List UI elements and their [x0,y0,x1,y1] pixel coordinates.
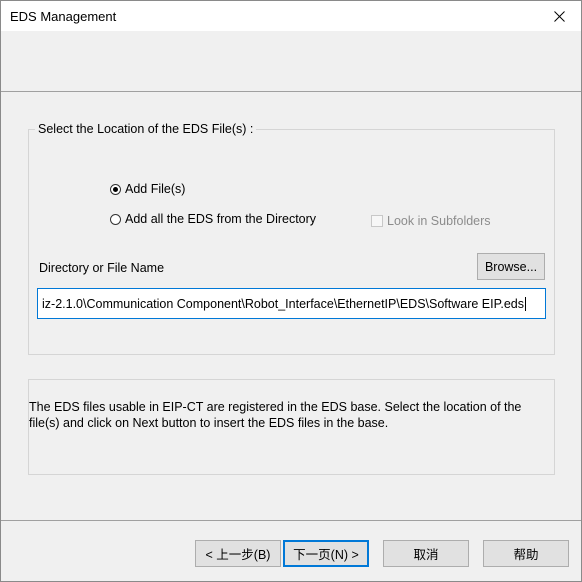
radio-add-directory-label: Add all the EDS from the Directory [125,212,317,226]
close-icon [553,10,565,22]
text-caret [524,296,526,311]
footer-separator [1,520,581,521]
radio-add-files-label: Add File(s) [125,182,186,196]
eds-management-dialog: EDS Management Select the Location of th… [0,0,582,582]
cancel-button[interactable]: 取消 [383,540,469,567]
radio-add-files[interactable]: Add File(s) [110,182,185,196]
help-button[interactable]: 帮助 [483,540,569,567]
description-text: The EDS files usable in EIP-CT are regis… [29,400,522,430]
window-title: EDS Management [10,9,117,24]
close-button[interactable] [537,1,581,31]
radio-unchecked-icon [110,213,121,225]
next-button[interactable]: 下一页(N) > [283,540,369,567]
file-name-label: Directory or File Name [39,261,165,275]
location-group-label: Select the Location of the EDS File(s) : [35,122,257,136]
title-bar: EDS Management [1,1,581,31]
browse-button[interactable]: Browse... [477,253,545,280]
look-in-subfolders-label: Look in Subfolders [387,214,491,228]
location-groupbox [28,129,555,355]
radio-add-directory[interactable]: Add all the EDS from the Directory [110,212,325,226]
look-in-subfolders-checkbox[interactable]: Look in Subfolders [371,214,491,228]
checkbox-icon [371,215,383,227]
header-band [1,31,581,92]
back-button[interactable]: < 上一步(B) [195,540,281,567]
radio-checked-icon [110,183,121,195]
file-path-value: iz-2.1.0\Communication Component\Robot_I… [42,296,524,311]
file-path-input[interactable]: iz-2.1.0\Communication Component\Robot_I… [37,288,546,319]
